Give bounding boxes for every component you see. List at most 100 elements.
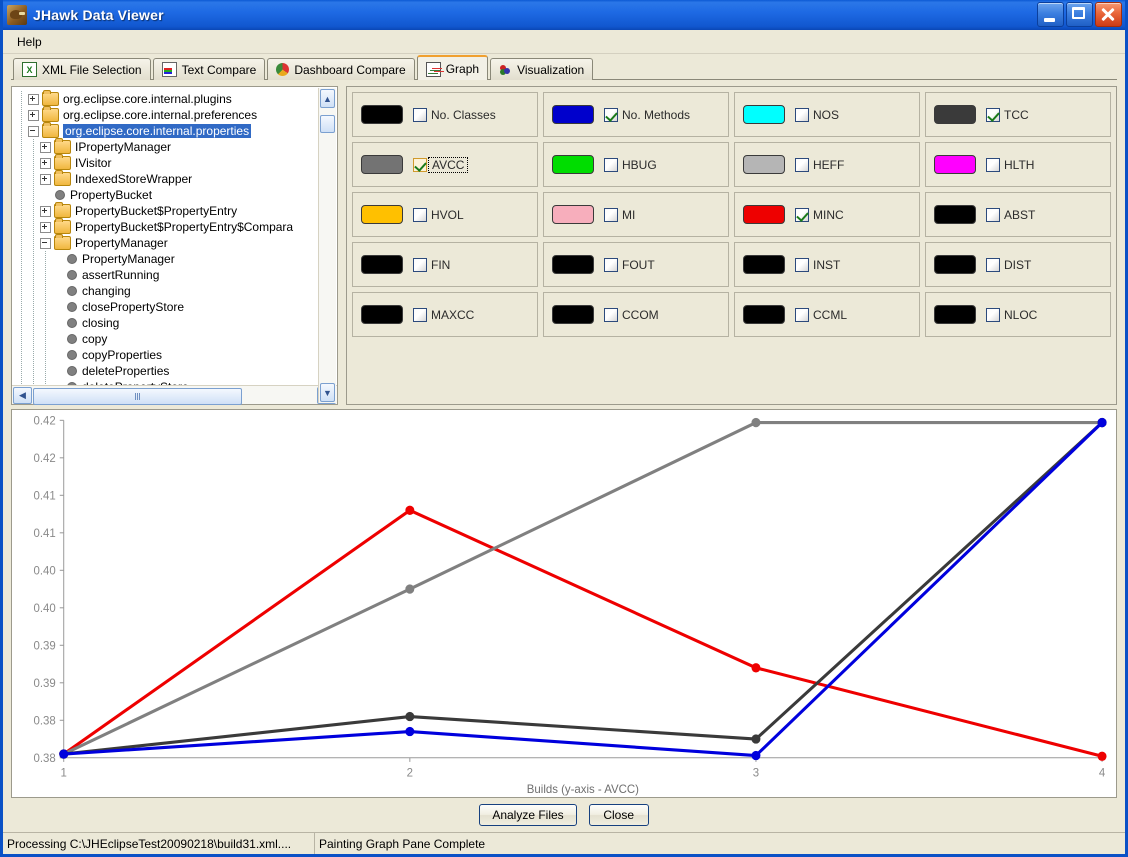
close-icon[interactable] (1095, 2, 1122, 27)
metric-checkbox[interactable] (795, 207, 809, 222)
color-swatch[interactable] (743, 105, 785, 124)
tab-text-compare[interactable]: Text Compare (152, 58, 266, 80)
metric-checkbox[interactable] (795, 307, 809, 322)
metric-item-abst[interactable]: ABST (925, 192, 1111, 237)
color-swatch[interactable] (743, 155, 785, 174)
metric-item-ccml[interactable]: CCML (734, 292, 920, 337)
tree-item[interactable]: PropertyManager (16, 251, 337, 267)
color-swatch[interactable] (552, 255, 594, 274)
metric-item-dist[interactable]: DIST (925, 242, 1111, 287)
color-swatch[interactable] (934, 255, 976, 274)
color-swatch[interactable] (361, 105, 403, 124)
tree-item[interactable]: org.eclipse.core.internal.plugins (16, 90, 337, 107)
metric-checkbox[interactable] (986, 157, 1000, 172)
tree-vertical-scrollbar[interactable]: ▲ ▼ (318, 88, 336, 403)
color-swatch[interactable] (552, 105, 594, 124)
tab-dashboard-compare[interactable]: Dashboard Compare (267, 58, 415, 80)
metric-checkbox[interactable] (604, 257, 618, 272)
scroll-up-icon[interactable]: ▲ (320, 89, 335, 108)
tree-item[interactable]: closePropertyStore (16, 299, 337, 315)
metric-item-mi[interactable]: MI (543, 192, 729, 237)
vscroll-thumb[interactable] (320, 115, 335, 133)
tree-item[interactable]: deleteProperties (16, 363, 337, 379)
color-swatch[interactable] (743, 205, 785, 224)
metric-checkbox[interactable] (604, 157, 618, 172)
metric-checkbox[interactable] (413, 207, 427, 222)
expand-icon[interactable] (28, 109, 39, 121)
tree-item[interactable]: PropertyManager (16, 234, 337, 251)
metric-checkbox[interactable] (604, 307, 618, 322)
collapse-icon[interactable] (28, 125, 39, 137)
tree-horizontal-scrollbar[interactable]: ◀ ▶ (12, 385, 337, 405)
metric-item-fin[interactable]: FIN (352, 242, 538, 287)
collapse-icon[interactable] (40, 237, 51, 249)
color-swatch[interactable] (743, 305, 785, 324)
metric-item-nloc[interactable]: NLOC (925, 292, 1111, 337)
metric-checkbox[interactable] (986, 207, 1000, 222)
metric-checkbox[interactable] (795, 107, 809, 122)
metric-item-maxcc[interactable]: MAXCC (352, 292, 538, 337)
color-swatch[interactable] (552, 155, 594, 174)
color-swatch[interactable] (934, 155, 976, 174)
tree-item[interactable]: changing (16, 283, 337, 299)
tree-item[interactable]: PropertyBucket (16, 187, 337, 203)
hscroll-thumb[interactable] (33, 387, 242, 405)
metric-item-no-methods[interactable]: No. Methods (543, 92, 729, 137)
tree-item[interactable]: PropertyBucket$PropertyEntry$Compara (16, 218, 337, 235)
metric-checkbox[interactable] (795, 157, 809, 172)
metric-checkbox[interactable] (413, 157, 427, 172)
metric-checkbox[interactable] (795, 257, 809, 272)
tree-item[interactable]: deletePropertyStore (16, 379, 337, 385)
expand-icon[interactable] (40, 157, 51, 169)
tree-item[interactable]: assertRunning (16, 267, 337, 283)
color-swatch[interactable] (552, 205, 594, 224)
metric-item-nos[interactable]: NOS (734, 92, 920, 137)
color-swatch[interactable] (552, 305, 594, 324)
minimize-button[interactable] (1037, 2, 1064, 27)
close-button[interactable]: Close (588, 804, 649, 826)
hscroll-track[interactable] (33, 387, 316, 405)
metric-item-tcc[interactable]: TCC (925, 92, 1111, 137)
metric-checkbox[interactable] (986, 257, 1000, 272)
color-swatch[interactable] (361, 305, 403, 324)
tab-visualization[interactable]: Visualization (490, 58, 594, 80)
color-swatch[interactable] (934, 305, 976, 324)
analyze-files-button[interactable]: Analyze Files (479, 804, 577, 826)
metric-item-heff[interactable]: HEFF (734, 142, 920, 187)
tree-item[interactable]: copyProperties (16, 347, 337, 363)
color-swatch[interactable] (743, 255, 785, 274)
metric-item-ccom[interactable]: CCOM (543, 292, 729, 337)
tree-item[interactable]: IndexedStoreWrapper (16, 170, 337, 187)
tree-item[interactable]: org.eclipse.core.internal.preferences (16, 106, 337, 123)
package-tree[interactable]: org.eclipse.core.internal.plugins org.ecl… (12, 87, 337, 385)
metric-item-avcc[interactable]: AVCC (352, 142, 538, 187)
metric-checkbox[interactable] (413, 107, 427, 122)
expand-icon[interactable] (40, 205, 51, 217)
metric-item-fout[interactable]: FOUT (543, 242, 729, 287)
tree-item[interactable]: PropertyBucket$PropertyEntry (16, 202, 337, 219)
tab-graph[interactable]: Graph (416, 55, 489, 80)
color-swatch[interactable] (361, 255, 403, 274)
tree-item[interactable]: IVisitor (16, 154, 337, 171)
expand-icon[interactable] (40, 141, 51, 153)
metric-item-no-classes[interactable]: No. Classes (352, 92, 538, 137)
metric-checkbox[interactable] (986, 107, 1000, 122)
color-swatch[interactable] (361, 155, 403, 174)
color-swatch[interactable] (361, 205, 403, 224)
maximize-button[interactable] (1066, 2, 1093, 27)
tab-xml-file-selection[interactable]: XML File Selection (13, 58, 151, 80)
metric-checkbox[interactable] (986, 307, 1000, 322)
scroll-down-icon[interactable]: ▼ (320, 383, 335, 402)
metric-item-hlth[interactable]: HLTH (925, 142, 1111, 187)
tree-item[interactable]: copy (16, 331, 337, 347)
tree-item[interactable]: IPropertyManager (16, 138, 337, 155)
metric-checkbox[interactable] (413, 307, 427, 322)
metric-checkbox[interactable] (604, 207, 618, 222)
scroll-left-icon[interactable]: ◀ (13, 386, 32, 404)
metric-item-hbug[interactable]: HBUG (543, 142, 729, 187)
metric-item-inst[interactable]: INST (734, 242, 920, 287)
tree-item[interactable]: closing (16, 315, 337, 331)
metric-item-minc[interactable]: MINC (734, 192, 920, 237)
expand-icon[interactable] (28, 93, 39, 105)
menu-item-help[interactable]: Help (11, 33, 48, 51)
